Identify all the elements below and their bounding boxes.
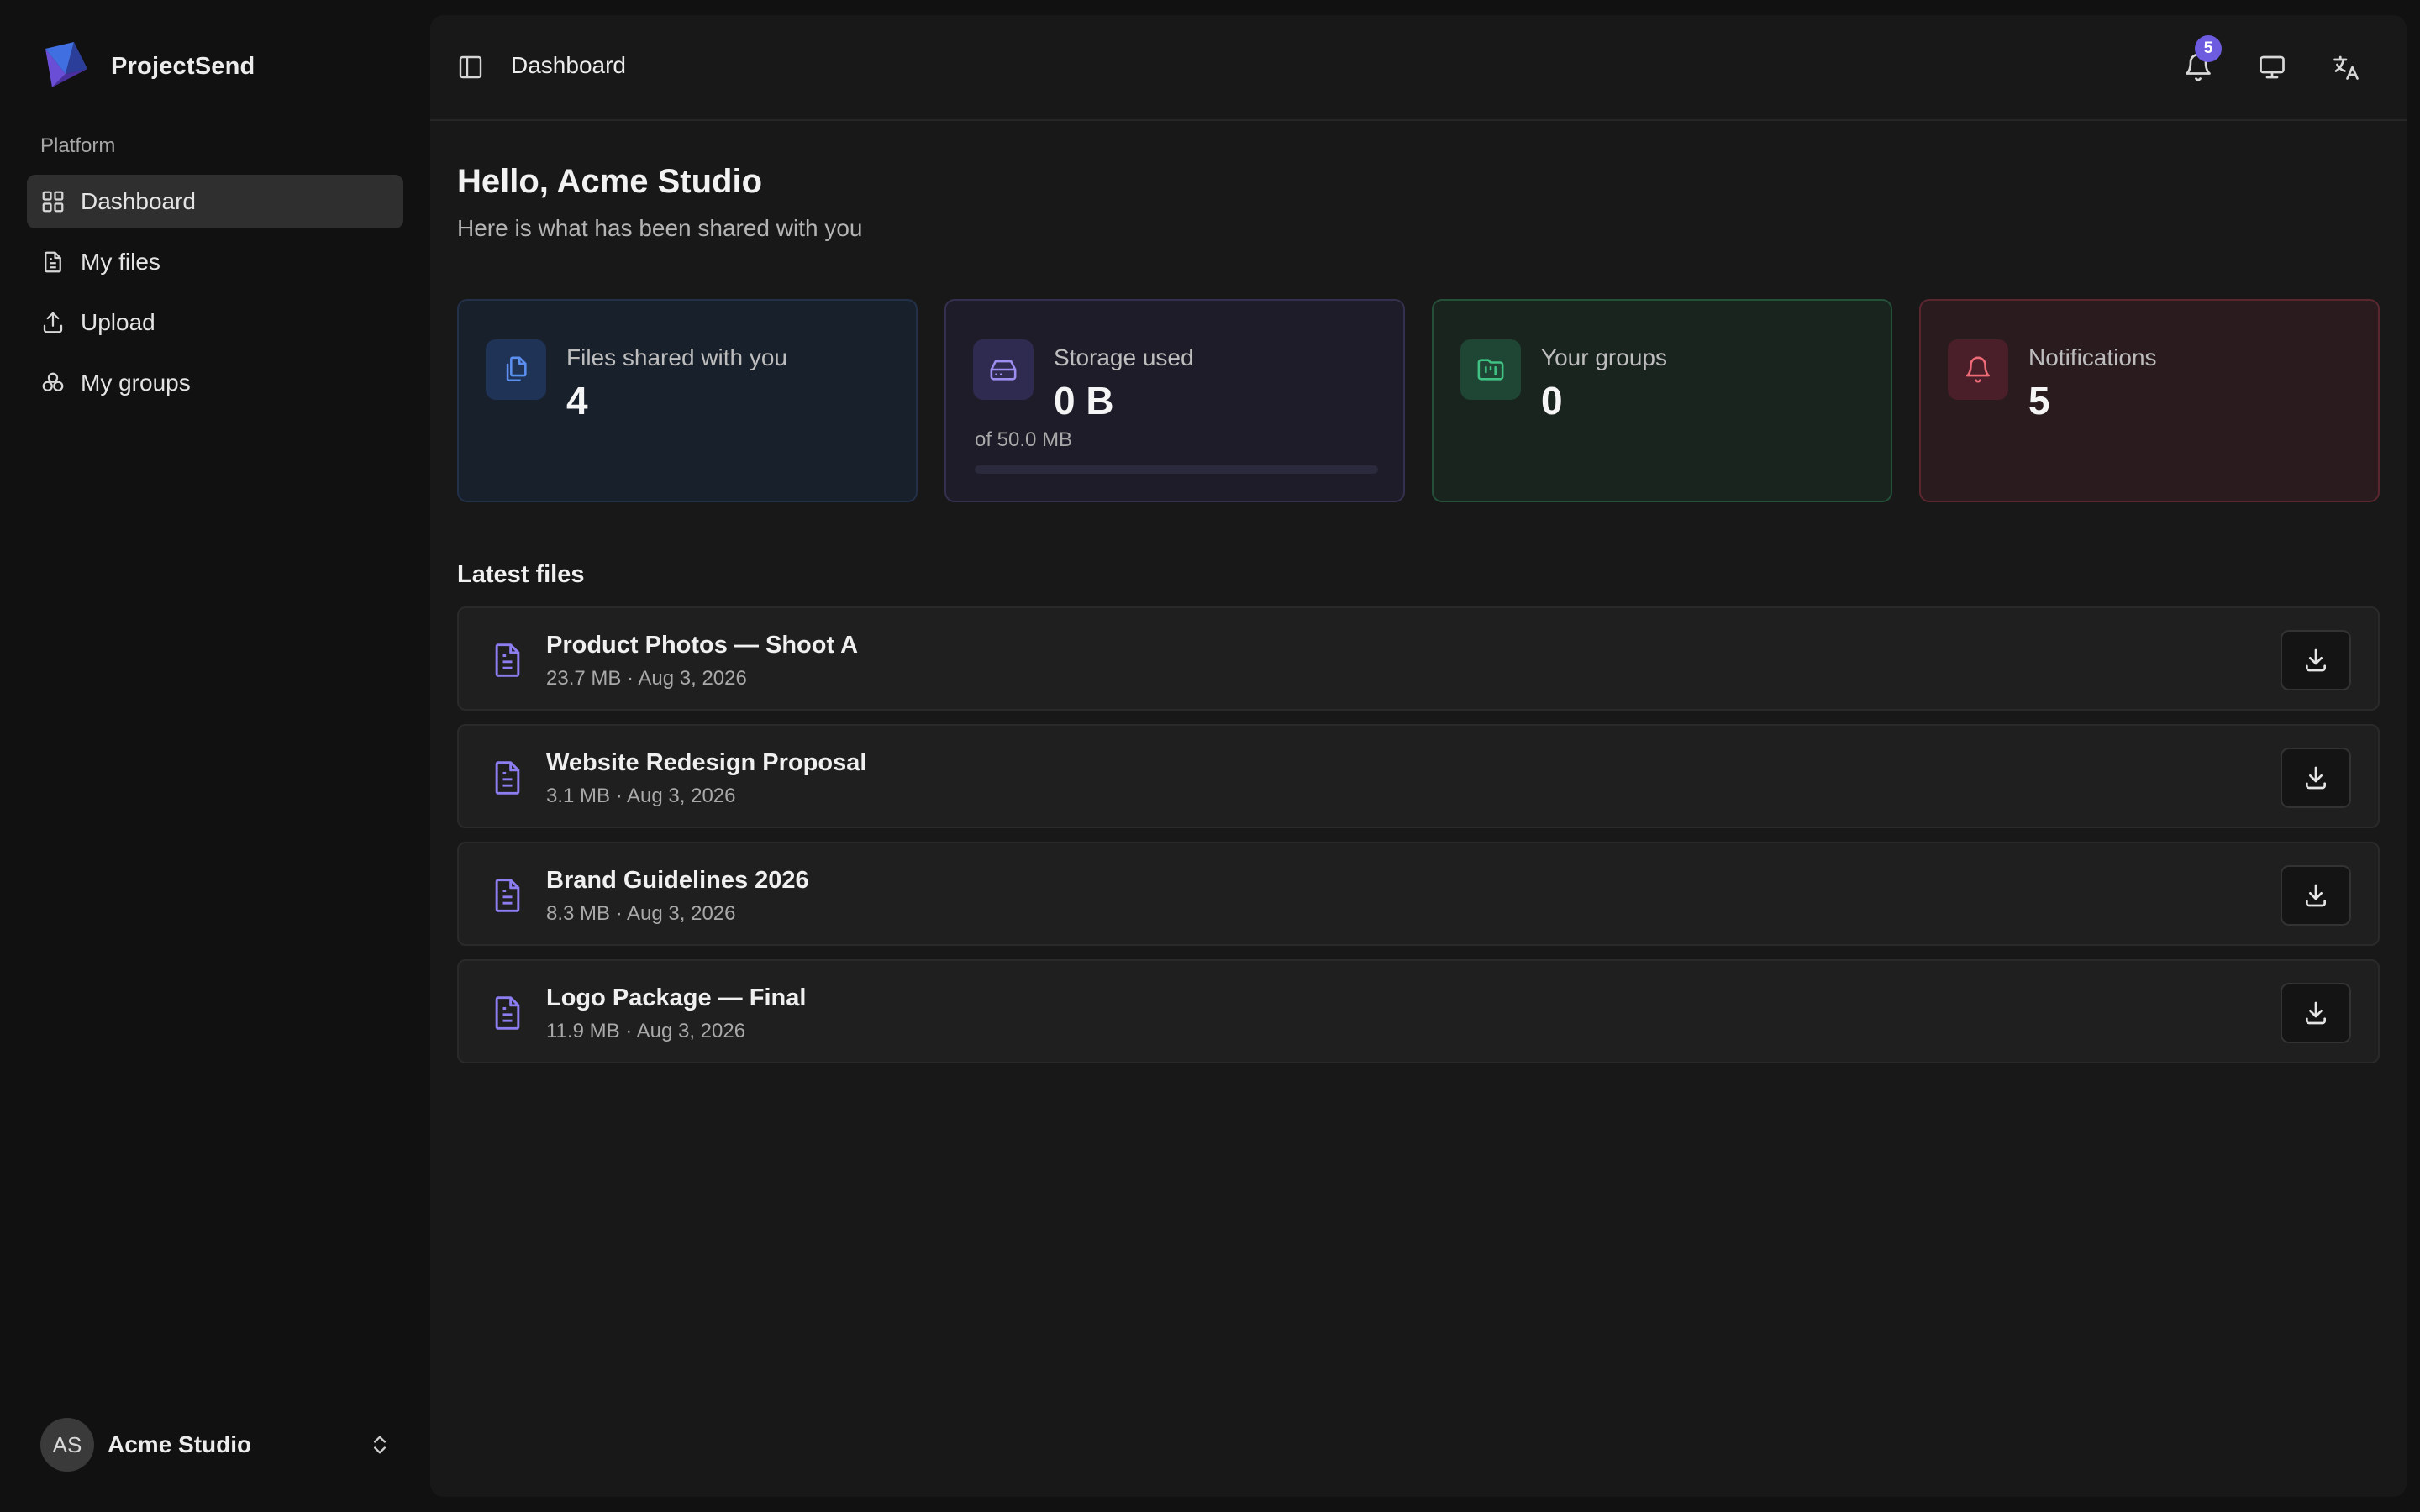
grid-icon — [42, 191, 64, 213]
notification-badge: 5 — [2195, 35, 2222, 62]
stat-label: Files shared with you — [566, 344, 788, 370]
storage-progress-bar — [975, 465, 1378, 474]
stat-card-groups[interactable]: Your groups 0 — [1432, 299, 1892, 502]
file-icon — [45, 251, 61, 273]
sidebar-item-upload[interactable]: Upload — [27, 296, 403, 349]
stat-value: 5 — [2028, 379, 2050, 423]
section-label-platform: Platform — [40, 134, 116, 157]
translate-icon[interactable] — [2331, 52, 2361, 82]
monitor-icon[interactable] — [2257, 52, 2287, 82]
sidebar: ProjectSend Platform Dashboard My files … — [0, 0, 429, 1512]
download-icon — [2306, 766, 2326, 790]
page-subtitle: Here is what has been shared with you — [457, 215, 863, 241]
sidebar-item-label: My files — [81, 249, 160, 275]
stat-card-files[interactable]: Files shared with you 4 — [457, 299, 918, 502]
list-item[interactable]: Logo Package — Final 11.9 MB · Aug 3, 20… — [457, 959, 2380, 1063]
list-item[interactable]: Product Photos — Shoot A 23.7 MB · Aug 3… — [457, 606, 2380, 711]
file-name[interactable]: Website Redesign Proposal — [546, 749, 866, 777]
file-text-icon — [495, 996, 520, 1030]
avatar: AS — [40, 1418, 94, 1472]
file-name[interactable]: Product Photos — Shoot A — [546, 632, 858, 659]
hard-drive-icon — [990, 360, 1017, 381]
stat-label: Notifications — [2028, 344, 2157, 370]
top-bar: Dashboard 5 — [430, 15, 2407, 121]
stat-label: Your groups — [1541, 344, 1667, 370]
sidebar-item-label: My groups — [81, 370, 191, 396]
file-meta: 23.7 MB · Aug 3, 2026 — [546, 667, 747, 690]
download-icon — [2306, 1001, 2326, 1025]
stat-card-storage[interactable]: Storage used 0 B of 50.0 MB — [944, 299, 1405, 502]
stat-value: 4 — [566, 379, 588, 423]
projectsend-logo-icon — [45, 42, 87, 87]
stat-icon-box — [1948, 339, 2008, 400]
page-title: Hello, Acme Studio — [457, 163, 763, 200]
download-icon — [2306, 648, 2326, 672]
upload-icon — [43, 312, 63, 333]
sidebar-item-label: Upload — [81, 309, 155, 335]
folder-kanban-icon — [1477, 359, 1504, 381]
file-meta: 11.9 MB · Aug 3, 2026 — [546, 1020, 746, 1042]
stat-icon-box — [486, 339, 546, 400]
list-item[interactable]: Brand Guidelines 2026 8.3 MB · Aug 3, 20… — [457, 842, 2380, 946]
file-meta: 8.3 MB · Aug 3, 2026 — [546, 902, 736, 925]
sidebar-nav: Dashboard My files Upload My groups — [27, 175, 403, 417]
chevrons-up-down-icon — [374, 1436, 386, 1454]
download-button[interactable] — [2281, 983, 2351, 1043]
file-text-icon — [495, 643, 520, 677]
main-panel: Dashboard 5 Hello, Acme Studio Here is w… — [430, 15, 2407, 1497]
latest-files-title: Latest files — [457, 561, 585, 588]
bell-icon — [1965, 356, 1991, 383]
latest-files-list: Product Photos — Shoot A 23.7 MB · Aug 3… — [457, 606, 2380, 1077]
sidebar-item-label: Dashboard — [81, 188, 196, 214]
list-item[interactable]: Website Redesign Proposal 3.1 MB · Aug 3… — [457, 724, 2380, 828]
sidebar-toggle-icon[interactable] — [457, 54, 484, 81]
brand[interactable]: ProjectSend — [40, 40, 255, 92]
stat-label: Storage used — [1054, 344, 1194, 370]
user-menu[interactable]: AS Acme Studio — [40, 1418, 392, 1472]
download-button[interactable] — [2281, 865, 2351, 926]
app-name: ProjectSend — [111, 52, 255, 80]
file-name[interactable]: Logo Package — Final — [546, 984, 806, 1012]
file-text-icon — [495, 761, 520, 795]
download-icon — [2306, 884, 2326, 907]
stat-icon-box — [973, 339, 1034, 400]
stat-icon-box — [1460, 339, 1521, 400]
file-meta: 3.1 MB · Aug 3, 2026 — [546, 785, 736, 807]
sidebar-item-my-files[interactable]: My files — [27, 235, 403, 289]
user-name: Acme Studio — [108, 1431, 252, 1457]
stat-value: 0 — [1541, 379, 1563, 423]
stat-value: 0 B — [1054, 379, 1114, 423]
storage-quota: of 50.0 MB — [975, 428, 1073, 451]
breadcrumb: Dashboard — [511, 52, 626, 78]
download-button[interactable] — [2281, 748, 2351, 808]
groups-icon — [42, 372, 64, 391]
file-text-icon — [495, 879, 520, 912]
sidebar-item-dashboard[interactable]: Dashboard — [27, 175, 403, 228]
download-button[interactable] — [2281, 630, 2351, 690]
sidebar-item-my-groups[interactable]: My groups — [27, 356, 403, 410]
stat-card-notifications[interactable]: Notifications 5 — [1919, 299, 2380, 502]
files-icon — [506, 356, 527, 382]
file-name[interactable]: Brand Guidelines 2026 — [546, 867, 809, 895]
